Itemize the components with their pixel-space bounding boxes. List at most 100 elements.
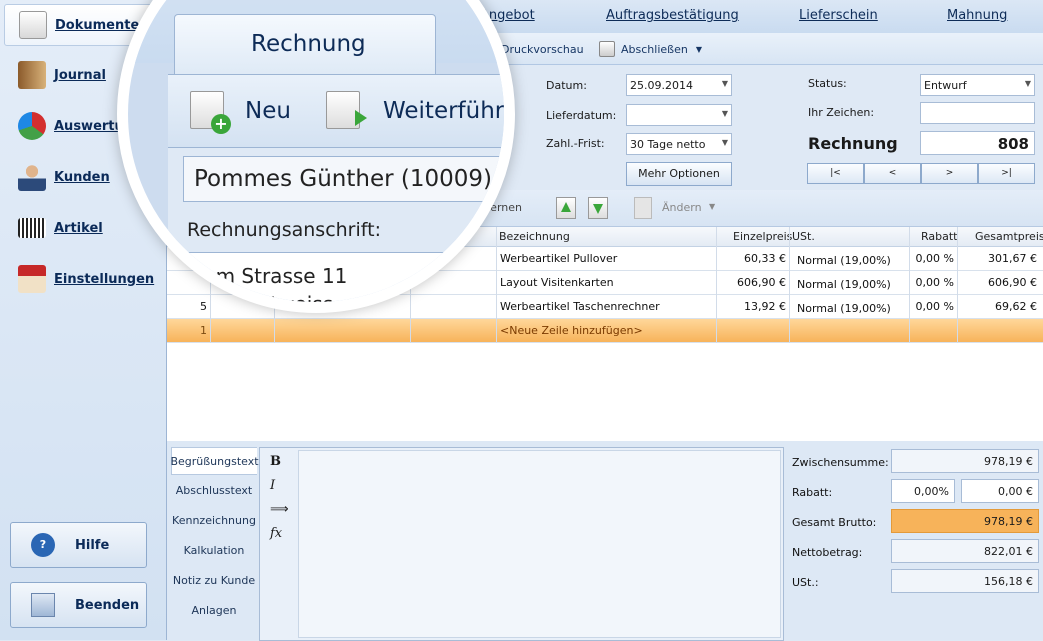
delivery-date-picker[interactable]: ▼ [626,104,732,126]
date-label: Datum: [546,79,587,92]
col-discount[interactable]: Rabatt [921,230,958,243]
customer-name: Pommes Günther (10009) [194,166,492,192]
finalize-button[interactable]: Abschließen ▼ [599,39,702,59]
cell-discount: 0,00 % [915,252,954,265]
indent-icon[interactable]: ⟹ [270,502,289,517]
customer-icon [18,163,46,191]
tab-closing[interactable]: Abschlusstext [171,476,257,504]
gross-label: Gesamt Brutto: [792,516,877,529]
reference-input[interactable] [920,102,1035,124]
chevron-down-icon: ▼ [709,202,716,211]
help-label: Hilfe [75,537,110,553]
customer-select[interactable]: Pommes Günther (10009) [183,156,504,202]
barcode-icon [18,218,46,238]
delivery-date-label: Lieferdatum: [546,109,617,122]
move-up-icon[interactable] [556,197,576,219]
cell-price: 60,33 € [744,252,786,265]
chevron-down-icon: ▼ [721,109,728,118]
doc-type-label: Rechnung [808,134,898,153]
cell-tax: Normal (19,00%) [797,278,891,291]
discount-percent-input[interactable]: 0,00% [891,479,955,503]
billing-address-label: Rechnungsanschrift: [187,219,381,241]
more-options-button[interactable]: Mehr Optionen [626,162,732,186]
nav-prev-button[interactable]: < [864,163,921,184]
cell-desc: Werbeartikel Pullover [500,252,618,265]
discount-label: Rabatt: [792,486,833,499]
payment-term-value: 30 Tage netto [630,138,706,151]
chevron-down-icon: ▼ [721,79,728,88]
tab-auftragsbestaetigung[interactable]: Auftragsbestätigung [606,8,739,23]
payment-term-label: Zahl.-Frist: [546,137,605,150]
col-price[interactable]: Einzelpreis [733,230,792,243]
new-row-qty: 1 [200,324,207,337]
tab-rechnung[interactable]: Rechnung [174,14,436,74]
cell-total: 301,67 € [988,252,1037,265]
col-desc[interactable]: Bezeichnung [499,230,570,243]
tab-mahnung[interactable]: Mahnung [947,8,1007,23]
exit-icon [31,593,55,617]
cell-discount: 0,00 % [915,300,954,313]
new-button[interactable]: Neu [245,98,291,124]
cell-desc: Layout Visitenkarten [500,276,614,289]
net-value: 822,01 € [891,539,1039,563]
chevron-down-icon: ▼ [695,44,702,54]
continue-document-icon [326,91,367,129]
tab-attachments[interactable]: Anlagen [171,596,257,624]
nav-label: Dokumente [55,17,140,33]
tab-greeting[interactable]: Begrüßungstext [170,447,259,475]
finalize-icon [599,41,615,57]
cell-discount: 0,00 % [915,276,954,289]
billing-street: Pom Strasse 11 [192,264,348,288]
tab-customer-note[interactable]: Notiz zu Kunde [171,566,257,594]
exit-button[interactable]: Beenden [10,582,147,628]
italic-button[interactable]: I [270,478,275,493]
chevron-down-icon: ▼ [721,138,728,147]
nav-label: Artikel [54,220,103,236]
nav-last-button[interactable]: >| [978,163,1035,184]
tab-calculation[interactable]: Kalkulation [171,536,257,564]
formula-button[interactable]: fx [270,526,282,541]
tab-lieferschein[interactable]: Lieferschein [799,8,878,23]
date-value: 25.09.2014 [630,79,693,92]
reference-label: Ihr Zeichen: [808,106,875,119]
subtotal-label: Zwischensumme: [792,456,889,469]
tab-marking[interactable]: Kennzeichnung [171,506,257,534]
tax-label: USt.: [792,576,819,589]
nav-label: Kunden [54,169,110,185]
cell-total: 69,62 € [995,300,1037,313]
gross-value: 978,19 € [891,509,1039,533]
discount-value-input[interactable]: 0,00 € [961,479,1039,503]
payment-term-select[interactable]: 30 Tage netto ▼ [626,133,732,155]
documents-icon [19,11,47,39]
new-row[interactable]: 1 <Neue Zeile hinzufügen> [167,319,1043,343]
chevron-down-icon: ▼ [1024,79,1031,88]
cell-price: 606,90 € [737,276,786,289]
net-label: Nettobetrag: [792,546,863,559]
exit-label: Beenden [75,597,140,613]
move-down-icon[interactable] [588,197,608,219]
col-tax[interactable]: USt. [792,230,815,243]
help-button[interactable]: ? Hilfe [10,522,147,568]
journal-icon [18,61,46,89]
cell-tax: Normal (19,00%) [797,302,891,315]
house-settings-icon [18,265,46,293]
status-select[interactable]: Entwurf ▼ [920,74,1035,96]
doc-number: 808 [920,131,1035,155]
edit-button[interactable]: Ändern [662,201,702,214]
nav-next-button[interactable]: > [921,163,978,184]
bold-button[interactable]: B [270,454,281,469]
nav-label: Journal [54,67,106,83]
print-preview-button[interactable]: Druckvorschau [501,39,584,59]
new-row-label: <Neue Zeile hinzufügen> [500,324,643,337]
text-area[interactable] [298,450,781,638]
cell-total: 606,90 € [988,276,1037,289]
subtotal-value: 978,19 € [891,449,1039,473]
new-document-icon: + [190,91,231,134]
date-picker[interactable]: 25.09.2014 ▼ [626,74,732,96]
continue-button[interactable]: Weiterführ [383,98,504,124]
status-label: Status: [808,77,847,90]
chart-pie-icon [18,112,46,140]
tax-value: 156,18 € [891,569,1039,593]
col-total[interactable]: Gesamtpreis [975,230,1043,243]
nav-first-button[interactable]: |< [807,163,864,184]
